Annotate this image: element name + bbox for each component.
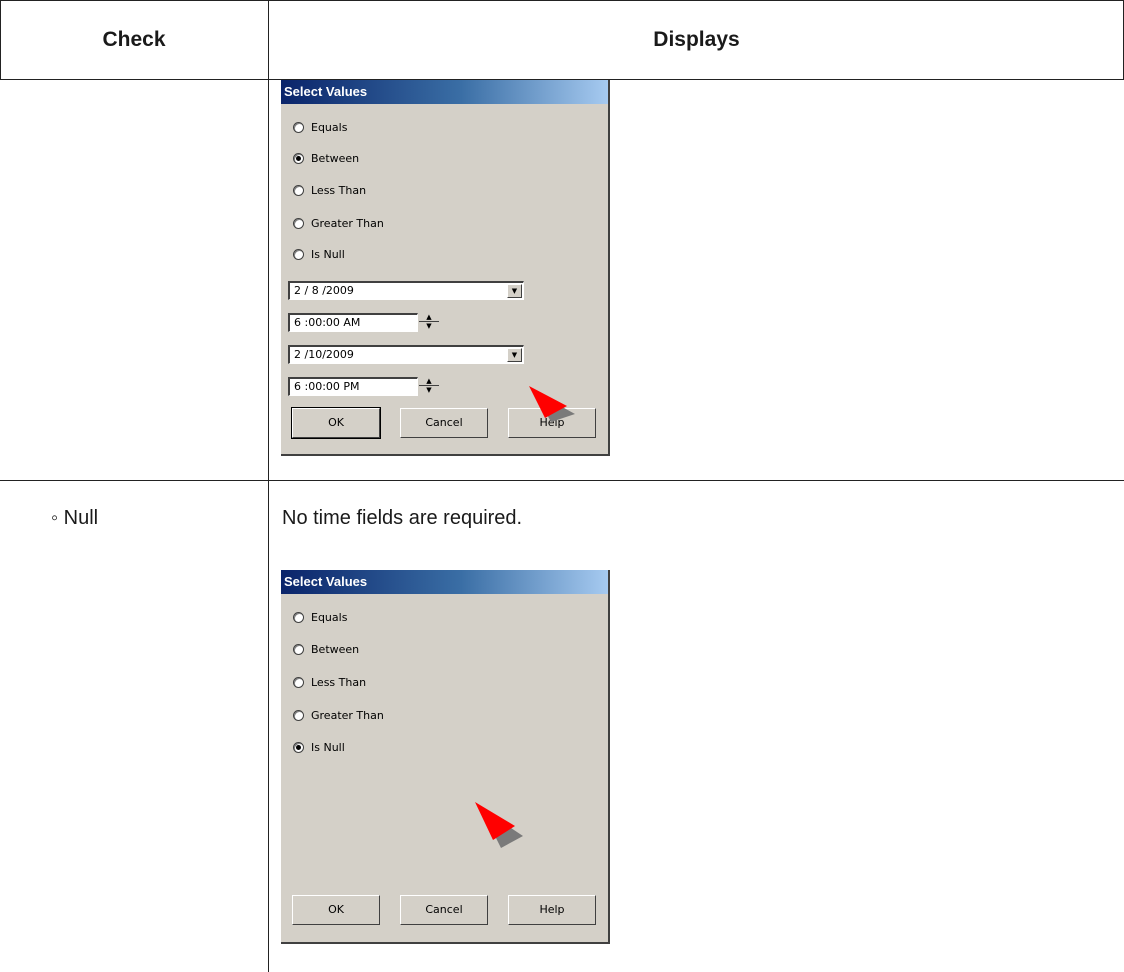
select-values-dialog: Select Values Equals Between Less Than G… (281, 570, 610, 944)
radio-greater-than[interactable]: Greater Than (293, 706, 384, 724)
radio-label: Less Than (311, 675, 367, 689)
dialog-title-bar: Select Values (281, 570, 608, 594)
dialog-title-bar: Select Values (281, 80, 608, 104)
column-header-check: Check (102, 28, 166, 51)
red-pointer-arrow-icon (475, 802, 523, 848)
radio-label: Equals (311, 610, 348, 624)
radio-button-icon[interactable] (293, 248, 304, 260)
radio-button-icon[interactable] (293, 611, 304, 623)
cancel-button[interactable]: Cancel (400, 895, 488, 925)
radio-less-than[interactable]: Less Than (293, 673, 366, 691)
start-date-dropdown[interactable]: 2 / 8 /2009 ▼ (288, 281, 524, 300)
radio-less-than[interactable]: Less Than (293, 181, 366, 199)
radio-label: Less Than (311, 183, 367, 197)
radio-button-icon[interactable] (293, 121, 304, 133)
radio-button-selected-icon[interactable] (293, 741, 304, 753)
radio-button-icon[interactable] (293, 184, 304, 196)
row-check-label: ◦ Null (51, 507, 99, 529)
ok-button[interactable]: OK (291, 407, 381, 439)
column-divider (268, 0, 269, 972)
radio-greater-than[interactable]: Greater Than (293, 214, 384, 232)
column-header-displays: Displays (653, 28, 740, 51)
radio-button-icon[interactable] (293, 709, 304, 721)
radio-label: Greater Than (311, 708, 384, 722)
radio-equals[interactable]: Equals (293, 608, 347, 626)
chevron-down-icon[interactable]: ▼ (507, 348, 522, 362)
spinner-icon[interactable]: ▲ ▼ (419, 377, 439, 394)
radio-label: Is Null (311, 740, 345, 754)
start-time-value: 6 :00:00 AM (294, 316, 361, 329)
radio-between[interactable]: Between (293, 640, 359, 658)
radio-equals[interactable]: Equals (293, 118, 347, 136)
row-divider (0, 480, 1124, 481)
ok-button[interactable]: OK (292, 895, 380, 925)
end-time-field[interactable]: 6 :00:00 PM ▲ ▼ (288, 377, 439, 396)
start-time-field[interactable]: 6 :00:00 AM ▲ ▼ (288, 313, 439, 332)
radio-is-null[interactable]: Is Null (293, 738, 345, 756)
red-pointer-arrow-icon (529, 386, 575, 422)
radio-label: Is Null (311, 247, 345, 261)
radio-between[interactable]: Between (293, 149, 359, 167)
radio-label: Greater Than (311, 216, 384, 230)
end-time-value: 6 :00:00 PM (294, 380, 360, 393)
chevron-down-icon[interactable]: ▼ (507, 284, 522, 298)
radio-label: Between (311, 642, 360, 656)
cancel-button[interactable]: Cancel (400, 408, 488, 438)
radio-label: Between (311, 151, 360, 165)
radio-button-icon[interactable] (293, 217, 304, 229)
help-button[interactable]: Help (508, 895, 596, 925)
spinner-icon[interactable]: ▲ ▼ (419, 313, 439, 330)
row-description: No time fields are required. (282, 507, 523, 529)
end-date-value: 2 /10/2009 (294, 348, 354, 361)
radio-button-selected-icon[interactable] (293, 152, 304, 164)
radio-button-icon[interactable] (293, 643, 304, 655)
end-date-dropdown[interactable]: 2 /10/2009 ▼ (288, 345, 524, 364)
radio-button-icon[interactable] (293, 676, 304, 688)
start-date-value: 2 / 8 /2009 (294, 284, 354, 297)
select-values-dialog: Select Values Equals Between Less Than G… (281, 80, 610, 456)
radio-label: Equals (311, 120, 348, 134)
radio-is-null[interactable]: Is Null (293, 245, 345, 263)
